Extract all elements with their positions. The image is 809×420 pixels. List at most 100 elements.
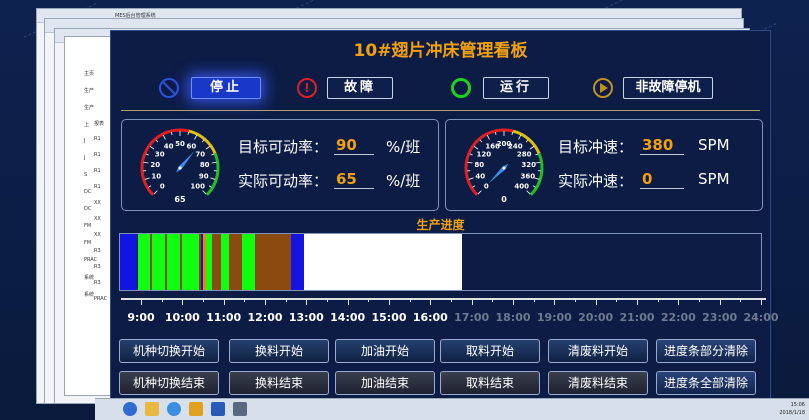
timeline-label: 18:00 — [495, 311, 531, 324]
end-control-button[interactable]: 换料结束 — [229, 371, 329, 395]
sidebar-item[interactable]: FM — [84, 240, 91, 246]
start-control-button[interactable]: 进度条部分清除 — [656, 339, 756, 363]
sidebar-subitem[interactable]: R1 — [94, 184, 101, 190]
gauge-needle — [488, 163, 509, 184]
gauge-tick — [486, 134, 490, 140]
sidebar-subitem[interactable]: PRAC — [94, 296, 107, 302]
timeline-label: 9:00 — [127, 311, 155, 324]
status-run-button[interactable]: 运行 — [483, 77, 549, 99]
sidebar-item[interactable]: 系统 — [84, 291, 94, 298]
clock[interactable]: 15:06 2018/1/18 — [779, 401, 805, 417]
start-control-button[interactable]: 机种切换开始 — [119, 339, 219, 363]
browser-icon[interactable] — [167, 402, 181, 416]
gauge-tick — [535, 161, 541, 164]
timeline-label: 19:00 — [536, 311, 572, 324]
gauge-tick — [210, 177, 216, 180]
sidebar-subitem[interactable]: R3 — [94, 264, 101, 270]
gauge-tick — [145, 153, 149, 156]
word-icon[interactable] — [211, 402, 225, 416]
end-control-button[interactable]: 机种切换结束 — [119, 371, 219, 395]
sidebar-subitem[interactable]: R1 — [94, 168, 101, 174]
sidebar-subitem[interactable]: XX — [94, 216, 101, 222]
gauge-tick — [211, 153, 215, 156]
target-speed-unit: SPM — [698, 136, 730, 154]
gauge-tick — [194, 134, 198, 140]
sidebar-item[interactable]: J — [84, 155, 85, 161]
gauge-tick — [148, 185, 152, 188]
gauge-tick — [201, 139, 205, 143]
pause-icon — [593, 78, 613, 98]
gauge-tick — [477, 190, 482, 195]
explorer-icon[interactable] — [145, 402, 159, 416]
sidebar-item[interactable]: DC — [84, 189, 91, 195]
timeline-label: 16:00 — [412, 311, 448, 324]
timeline-tick — [678, 298, 680, 305]
sidebar-subitem[interactable]: R3 — [94, 280, 101, 286]
timeline-label: 12:00 — [247, 311, 283, 324]
sidebar-item[interactable]: PRAC — [84, 257, 97, 263]
timeline-label: 21:00 — [619, 311, 655, 324]
sidebar-subitem[interactable]: R3 — [94, 248, 101, 254]
timeline-tick — [389, 298, 390, 305]
sidebar-item[interactable]: 生产 — [84, 104, 94, 111]
progress-segment — [152, 234, 165, 290]
status-stop-button[interactable]: 停止 — [191, 77, 261, 99]
start-control-button[interactable]: 清废料开始 — [548, 339, 648, 363]
gauge-tick-label: 80 — [474, 161, 484, 169]
status-pause-button[interactable]: 非故障停机 — [623, 77, 713, 99]
gauge-tick-label: 40 — [475, 173, 485, 181]
sidebar-subitem[interactable]: R1 — [94, 152, 101, 158]
end-control-button[interactable]: 清废料结束 — [548, 371, 648, 395]
sidebar-subitem[interactable]: XX — [94, 232, 101, 238]
gauge-tick — [525, 139, 529, 143]
progress-segment — [211, 234, 221, 290]
target-speed-label: 目标冲速： — [558, 138, 634, 156]
sidebar-subitem[interactable]: 报表 — [94, 120, 104, 127]
gauge-tick-label: 40 — [164, 143, 174, 151]
sidebar-item[interactable]: 系统 — [84, 274, 94, 281]
timeline-tick — [575, 298, 576, 302]
status-fault-button[interactable]: 故障 — [327, 77, 393, 99]
sidebar-item[interactable]: FM — [84, 223, 91, 229]
progress-segment — [182, 234, 199, 290]
timeline-tick — [533, 298, 535, 302]
end-control-button[interactable]: 取料结束 — [440, 371, 540, 395]
progress-segment — [303, 234, 462, 290]
app-icon[interactable] — [233, 402, 247, 416]
fault-icon: ! — [297, 78, 317, 98]
progress-title: 生产进度 — [416, 218, 465, 232]
clock-date: 2018/1/18 — [779, 410, 805, 416]
gauge-tick-label: 320 — [521, 161, 536, 169]
gauge-tick — [155, 139, 159, 143]
start-control-button[interactable]: 取料开始 — [440, 339, 540, 363]
start-control-button[interactable]: 换料开始 — [229, 339, 329, 363]
end-control-button[interactable]: 加油结束 — [335, 371, 435, 395]
sidebar-subitem[interactable]: R1 — [94, 136, 101, 142]
gauge-tick — [532, 185, 536, 188]
gauge-tick — [187, 131, 190, 136]
gauge-tick — [511, 131, 514, 136]
gauge-tick — [494, 131, 497, 136]
sidebar-item[interactable]: 上 — [84, 121, 89, 128]
sidebar-item[interactable]: DC — [84, 206, 91, 212]
timeline-label: 11:00 — [206, 311, 242, 324]
timeline-tick — [595, 298, 597, 305]
start-control-button[interactable]: 加油开始 — [335, 339, 435, 363]
gauge-tick — [162, 134, 166, 140]
sidebar-item[interactable]: J — [84, 138, 85, 144]
gauge-tick — [144, 177, 150, 180]
timeline-axis — [121, 298, 766, 300]
sidebar-subitem[interactable]: XX — [94, 200, 101, 206]
actual-speed-label: 实际冲速： — [558, 172, 634, 190]
timeline-label: 20:00 — [578, 311, 614, 324]
end-control-button[interactable]: 进度条全部清除 — [656, 371, 756, 395]
start-icon[interactable] — [123, 402, 137, 416]
timeline-tick — [244, 298, 246, 302]
timeline-tick — [471, 298, 473, 305]
sidebar-item[interactable]: S — [84, 172, 87, 178]
actual-availability-value: 65 — [334, 170, 374, 189]
sidebar-item[interactable]: 生产 — [84, 87, 94, 94]
gauge-tick-label: 120 — [476, 150, 491, 158]
folder-icon[interactable] — [189, 402, 203, 416]
sidebar-item[interactable]: 主页 — [84, 70, 94, 77]
